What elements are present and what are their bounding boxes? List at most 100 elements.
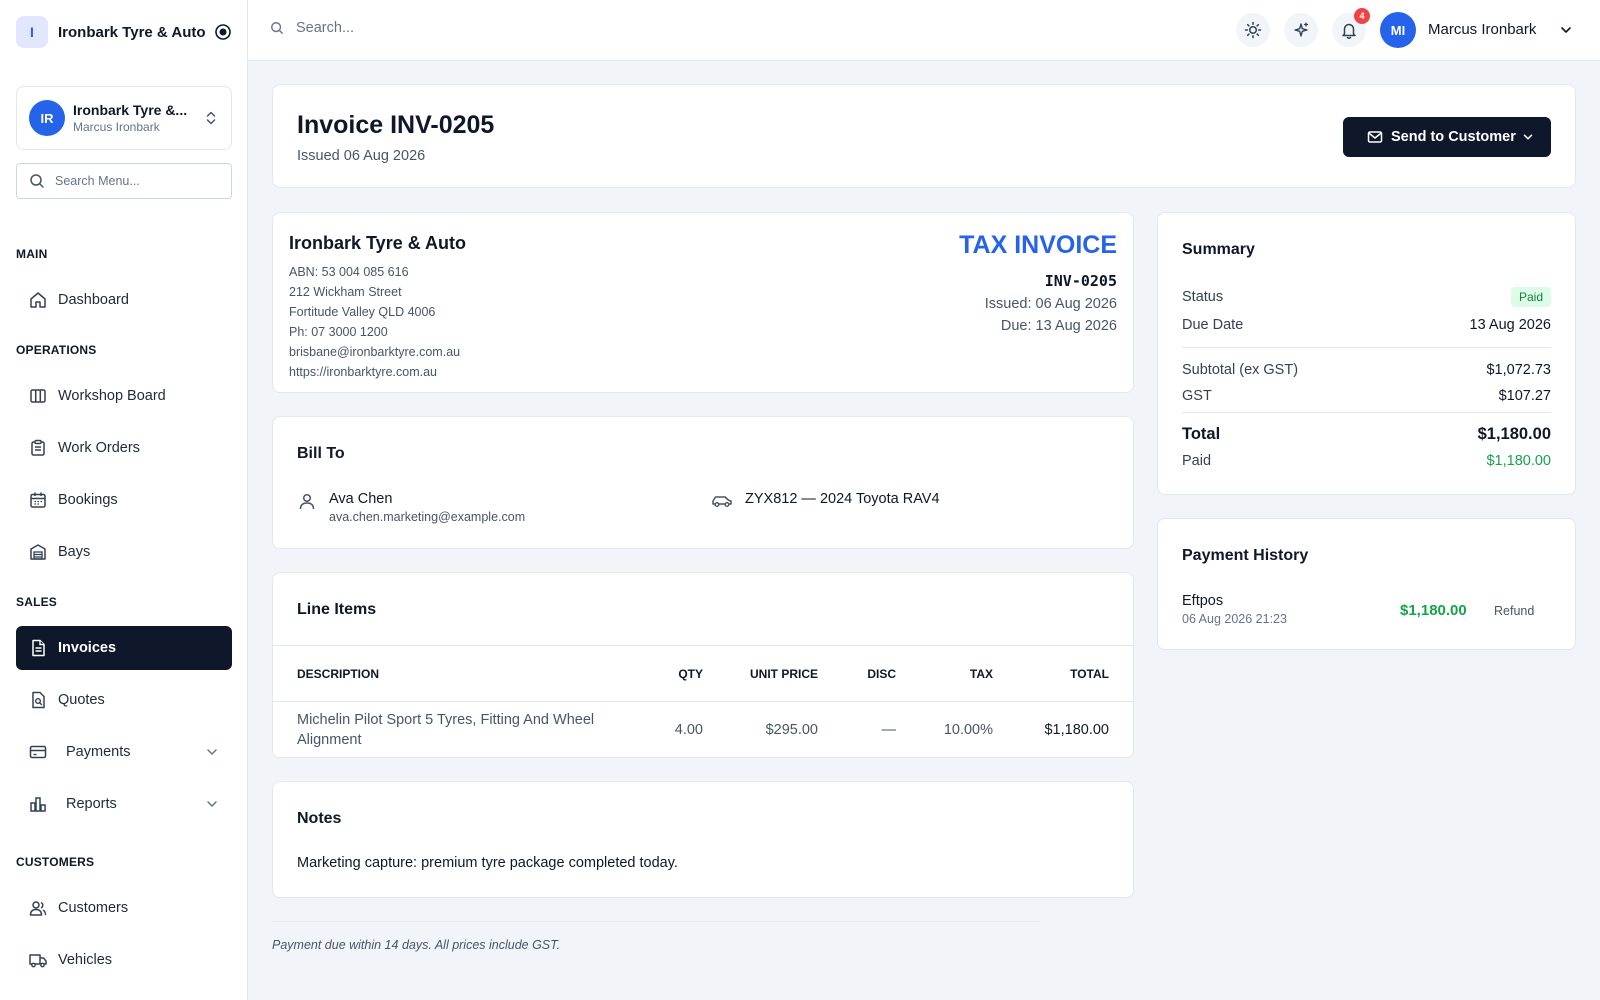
notes-title: Notes	[297, 810, 342, 827]
sidebar-item-workshop-board[interactable]: Workshop Board	[16, 374, 232, 418]
column-header: TAX	[896, 645, 993, 702]
payment-history-title: Payment History	[1182, 547, 1309, 564]
summary-label: Paid	[1182, 453, 1212, 469]
payment-entry: Eftpos 06 Aug 2026 21:23	[1182, 593, 1287, 626]
menu-search-input[interactable]: Search Menu...	[16, 163, 232, 199]
bar-chart-icon	[28, 794, 48, 814]
sidebar-toggle-icon[interactable]	[214, 23, 232, 41]
line-items-title: Line Items	[297, 601, 377, 618]
company-suburb: Fortitude Valley QLD 4006	[289, 305, 436, 319]
vehicle-label: ZYX812 — 2024 Toyota RAV4	[745, 491, 940, 507]
column-header: DISC	[818, 645, 896, 702]
column-header: DESCRIPTION	[273, 645, 633, 702]
sidebar-item-invoices[interactable]: Invoices	[16, 626, 232, 670]
payment-method: Eftpos	[1182, 593, 1224, 609]
notes-card: Notes Marketing capture: premium tyre pa…	[272, 781, 1134, 898]
company-details: ABN: 53 004 085 616 212 Wickham Street F…	[289, 262, 460, 382]
summary-value: $107.27	[1498, 388, 1551, 404]
bill-to-title: Bill To	[297, 445, 345, 462]
vehicle-block[interactable]: ZYX812 — 2024 Toyota RAV4	[711, 491, 940, 511]
bell-icon	[1340, 21, 1358, 39]
notification-badge: 4	[1354, 8, 1370, 24]
send-to-customer-button[interactable]: Send to Customer	[1343, 117, 1551, 157]
company-name: Ironbark Tyre & Auto	[289, 233, 467, 253]
summary-total-row: Total $1,180.00	[1182, 421, 1551, 447]
summary-label: GST	[1182, 388, 1212, 404]
notes-text: Marketing capture: premium tyre package …	[297, 855, 678, 871]
car-icon	[711, 491, 733, 511]
sidebar-item-payments[interactable]: Payments	[16, 730, 232, 774]
refund-button[interactable]: Refund	[1494, 604, 1534, 618]
brand-name: Ironbark Tyre & Auto	[58, 23, 206, 41]
section-label-main: MAIN	[16, 247, 48, 261]
table-header-row: DESCRIPTION QTY UNIT PRICE DISC TAX TOTA…	[273, 645, 1133, 702]
sidebar: I Ironbark Tyre & Auto IR Ironbark Tyre …	[0, 0, 248, 1000]
sidebar-item-label: Bookings	[58, 492, 118, 508]
divider	[1182, 412, 1551, 413]
sun-icon	[1244, 21, 1262, 39]
document-title: TAX INVOICE	[959, 231, 1117, 259]
summary-value: $1,180.00	[1486, 453, 1551, 469]
org-switcher[interactable]: IR Ironbark Tyre &... Marcus Ironbark	[16, 86, 232, 150]
sidebar-item-vehicles[interactable]: Vehicles	[16, 938, 232, 982]
summary-title: Summary	[1182, 241, 1255, 258]
customer-block[interactable]: Ava Chen ava.chen.marketing@example.com	[297, 491, 525, 524]
org-name: Ironbark Tyre &...	[73, 102, 188, 118]
line-item-discount: —	[881, 721, 897, 738]
users-icon	[28, 898, 48, 918]
line-item-total: $1,180.00	[1044, 721, 1109, 738]
ai-assistant-button[interactable]	[1284, 13, 1318, 47]
divider	[1182, 347, 1551, 348]
notifications-button[interactable]: 4	[1332, 8, 1370, 47]
sidebar-item-label: Customers	[58, 900, 129, 916]
sidebar-item-label: Workshop Board	[58, 388, 166, 404]
sidebar-item-dashboard[interactable]: Dashboard	[16, 278, 232, 322]
summary-label: Subtotal (ex GST)	[1182, 362, 1299, 378]
chevron-down-icon[interactable]	[1521, 130, 1535, 144]
sidebar-item-reports[interactable]: Reports	[16, 782, 232, 826]
global-search-placeholder: Search...	[296, 20, 355, 36]
summary-due-row: Due Date 13 Aug 2026	[1182, 313, 1551, 337]
sidebar-item-label: Quotes	[58, 692, 105, 708]
sidebar-item-customers[interactable]: Customers	[16, 886, 232, 930]
company-street: 212 Wickham Street	[289, 285, 402, 299]
user-avatar[interactable]: MI	[1380, 12, 1416, 48]
mail-icon	[1367, 129, 1383, 145]
global-search-input[interactable]: Search...	[270, 20, 354, 36]
chevron-up-down-icon	[203, 110, 219, 126]
sidebar-item-label: Vehicles	[58, 952, 113, 968]
org-user: Marcus Ironbark	[73, 120, 160, 134]
column-header: QTY	[633, 645, 703, 702]
menu-search-placeholder: Search Menu...	[55, 174, 140, 188]
summary-paid-row: Paid $1,180.00	[1182, 449, 1551, 473]
credit-card-icon	[28, 742, 48, 762]
sidebar-item-label: Dashboard	[58, 292, 129, 308]
line-items-card: Line Items DESCRIPTION QTY UNIT PRICE DI…	[272, 572, 1134, 758]
sidebar-item-bookings[interactable]: Bookings	[16, 478, 232, 522]
company-email: brisbane@ironbarktyre.com.au	[289, 345, 461, 359]
line-item-tax: 10.00%	[943, 721, 993, 738]
table-row[interactable]: Michelin Pilot Sport 5 Tyres, Fitting An…	[273, 702, 1133, 758]
sidebar-item-quotes[interactable]: Quotes	[16, 678, 232, 722]
column-header: UNIT PRICE	[703, 645, 818, 702]
company-abn: ABN: 53 004 085 616	[289, 265, 409, 279]
column-header: TOTAL	[993, 645, 1133, 702]
calendar-icon	[28, 490, 48, 510]
company-website: https://ironbarktyre.com.au	[289, 365, 437, 379]
send-to-customer-label: Send to Customer	[1391, 129, 1516, 145]
bill-to-card: Bill To Ava Chen ava.chen.marketing@exam…	[272, 416, 1134, 549]
user-name[interactable]: Marcus Ironbark	[1428, 21, 1536, 38]
status-badge: Paid	[1510, 287, 1551, 307]
chevron-down-icon[interactable]	[204, 744, 220, 760]
payment-amount: $1,180.00	[1400, 602, 1467, 619]
chevron-down-icon[interactable]	[204, 796, 220, 812]
invoice-issued: Issued: 06 Aug 2026	[984, 296, 1117, 312]
theme-toggle-button[interactable]	[1236, 13, 1270, 47]
sidebar-item-label: Bays	[58, 544, 91, 560]
chevron-down-icon[interactable]	[1558, 22, 1574, 38]
brand-logo: I	[16, 16, 48, 48]
sidebar-item-label: Invoices	[58, 640, 117, 656]
sidebar-item-bays[interactable]: Bays	[16, 530, 232, 574]
sidebar-item-work-orders[interactable]: Work Orders	[16, 426, 232, 470]
issued-date: Issued 06 Aug 2026	[297, 148, 426, 164]
